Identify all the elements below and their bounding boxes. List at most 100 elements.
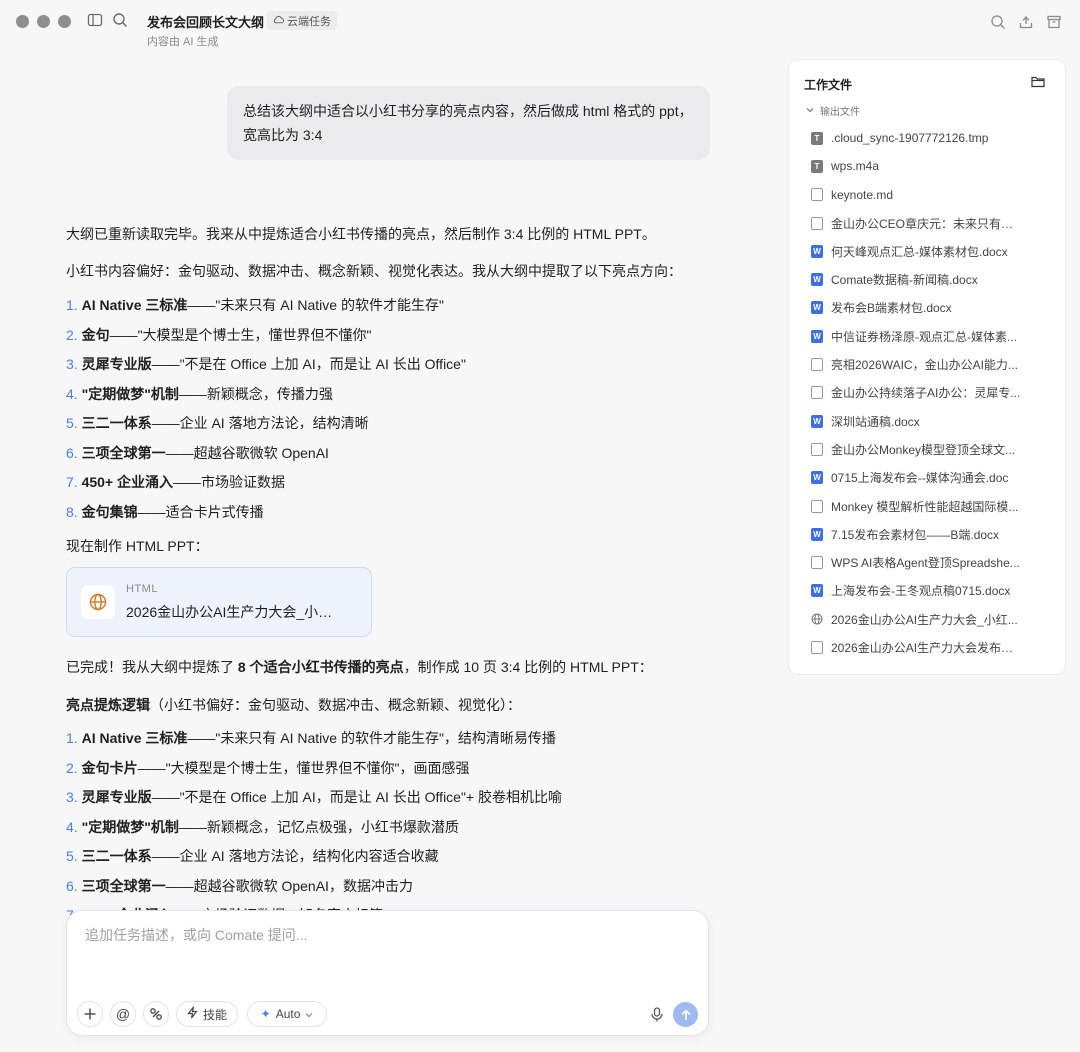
at-icon: @: [115, 1006, 131, 1022]
list-item-text: ——新颖概念，传播力强: [178, 385, 333, 402]
word-doc-icon: W: [811, 301, 823, 315]
highlight-list-item: 5. 三二一体系——企业 AI 落地方法论，结构清晰: [66, 412, 716, 442]
document-icon: [811, 386, 823, 400]
send-button[interactable]: [673, 1002, 698, 1027]
logic-list-item: 5. 三二一体系——企业 AI 落地方法论，结构化内容适合收藏: [66, 845, 716, 875]
file-name: .cloud_sync-1907772126.tmp: [831, 131, 989, 146]
list-item-title: AI Native 三标准: [81, 730, 188, 746]
file-list-item[interactable]: W 0715上海发布会--媒体沟通会.doc: [811, 464, 1057, 492]
file-list-item[interactable]: WPS AI表格Agent登顶Spreadshe...: [811, 548, 1057, 576]
document-icon: [811, 358, 823, 372]
file-name: 金山办公持续落子AI办公：灵犀专...: [831, 386, 1021, 401]
file-list-item[interactable]: W 深圳站通稿.docx: [811, 407, 1057, 435]
chat-input-box[interactable]: 追加任务描述，或向 Comate 提问... @ 技能 ✦ Auto: [66, 910, 709, 1036]
reply-intro: 大纲已重新读取完毕。我来从中提炼适合小红书传播的亮点，然后制作 3:4 比例的 …: [66, 226, 656, 242]
file-type-label: HTML: [126, 583, 158, 595]
list-item-text: ——超越谷歌微软 OpenAI，数据冲击力: [165, 877, 413, 894]
list-item-text: ——超越谷歌微软 OpenAI: [165, 444, 329, 461]
logic-list-item: 4. "定期做梦"机制——新颖概念，记忆点极强，小红书爆款潜质: [66, 816, 716, 846]
document-icon: [811, 188, 823, 202]
word-doc-icon: W: [811, 414, 823, 428]
reply-preference: 小红书内容偏好：金句驱动、数据冲击、概念新颖、视觉化表达。我从大纲中提取了以下亮…: [66, 263, 682, 279]
file-list-item[interactable]: 金山办公持续落子AI办公：灵犀专...: [811, 379, 1057, 407]
file-list-item[interactable]: W 发布会B端素材包.docx: [811, 294, 1057, 322]
file-name: 金山办公CEO章庆元：未来只有AI ...: [831, 216, 1021, 231]
list-item-title: 灵犀专业版: [81, 356, 152, 372]
file-list-item[interactable]: W Comate数据稿-新闻稿.docx: [811, 265, 1057, 293]
document-icon: [811, 499, 823, 513]
file-name: 亮相2026WAIC，金山办公AI能力...: [831, 358, 1018, 373]
list-item-title: 金句卡片: [81, 759, 138, 776]
file-list-item[interactable]: Monkey 模型解析性能超越国际模...: [811, 492, 1057, 520]
logic-list-item: 2. 金句卡片——"大模型是个博士生，懂世界但不懂你"，画面感强: [66, 757, 716, 787]
word-doc-icon: W: [811, 584, 823, 598]
file-list-item[interactable]: W 7.15发布会素材包——B端.docx: [811, 520, 1057, 548]
mention-button[interactable]: @: [110, 1001, 136, 1027]
document-icon: [811, 442, 823, 456]
list-number: 4.: [66, 385, 78, 402]
share-icon[interactable]: [1018, 14, 1036, 32]
document-icon: [811, 640, 823, 654]
list-number: 5.: [66, 415, 78, 431]
file-list-item[interactable]: 金山办公CEO章庆元：未来只有AI ...: [811, 209, 1057, 237]
list-item-title: 三项全球第一: [81, 877, 166, 894]
word-doc-icon: W: [811, 244, 823, 258]
file-name: 7.15发布会素材包——B端.docx: [831, 527, 1000, 542]
list-item-text: ——市场验证数据: [173, 474, 286, 490]
file-list-item[interactable]: 金山办公Monkey模型登顶全球文...: [811, 435, 1057, 463]
list-number: 8.: [66, 503, 78, 520]
list-number: 6.: [66, 877, 78, 894]
chat-scroll-area[interactable]: 总结该大纲中适合以小红书分享的亮点内容，然后做成 html 格式的 ppt，宽高…: [0, 0, 720, 915]
search-icon[interactable]: [990, 14, 1008, 32]
list-item-title: "定期做梦"机制: [81, 818, 179, 835]
archive-icon[interactable]: [1046, 14, 1064, 32]
list-number: 3.: [66, 789, 78, 805]
word-doc-icon: W: [811, 329, 823, 343]
file-name: 2026金山办公AI生产力大会_小红...: [831, 612, 1018, 627]
text-file-icon: T: [811, 159, 823, 173]
logic-list-item: 6. 三项全球第一——超越谷歌微软 OpenAI，数据冲击力: [66, 875, 716, 905]
list-item-text: ——企业 AI 落地方法论，结构清晰: [151, 415, 369, 431]
file-list-item[interactable]: Twps.m4a: [811, 152, 1057, 180]
file-list-item[interactable]: W 上海发布会-王冬观点稿0715.docx: [811, 577, 1057, 605]
highlight-list: 1. AI Native 三标准——"未来只有 AI Native 的软件才能生…: [66, 294, 716, 530]
file-list-item[interactable]: T .cloud_sync-1907772126.tmp: [811, 124, 1057, 152]
skills-button[interactable]: 技能: [176, 1001, 238, 1027]
file-list-item[interactable]: W 中信证券杨泽原-观点汇总-媒体素...: [811, 322, 1057, 350]
file-list-item[interactable]: 2026金山办公AI生产力大会_小红...: [811, 605, 1057, 633]
document-icon: [811, 216, 823, 230]
microphone-icon[interactable]: [645, 1002, 669, 1026]
file-list-item[interactable]: 2026金山办公AI生产力大会发布会...: [811, 633, 1057, 661]
file-list-item[interactable]: 亮相2026WAIC，金山办公AI能力...: [811, 350, 1057, 378]
list-item-text: ——"不是在 Office 上加 AI，而是让 AI 长出 Office"+ 胶…: [151, 789, 562, 805]
list-number: 7.: [66, 474, 78, 490]
word-doc-icon: W: [811, 273, 823, 287]
add-attachment-button[interactable]: [77, 1001, 103, 1027]
file-name: 2026金山办公AI生产力大会发布会...: [831, 640, 1021, 655]
making-note: 现在制作 HTML PPT：: [66, 538, 209, 554]
file-name: keynote.md: [831, 187, 894, 202]
list-item-title: 三二一体系: [81, 848, 152, 864]
list-item-text: ——"未来只有 AI Native 的软件才能生存"，结构清晰易传播: [187, 730, 556, 746]
html-file-card[interactable]: HTML 2026金山办公AI生产力大会_小…: [66, 567, 372, 637]
list-number: 1.: [66, 730, 78, 746]
chevron-down-icon: [305, 1007, 313, 1021]
file-list-item[interactable]: W 何天峰观点汇总-媒体素材包.docx: [811, 237, 1057, 265]
highlight-list-item: 2. 金句——"大模型是个博士生，懂世界但不懂你": [66, 324, 716, 354]
file-list-item[interactable]: keynote.md: [811, 181, 1057, 209]
output-files-section[interactable]: 输出文件: [806, 103, 860, 118]
list-number: 2.: [66, 326, 78, 343]
file-name: 上海发布会-王冬观点稿0715.docx: [831, 584, 1011, 599]
text-file-icon: T: [811, 131, 823, 145]
lightning-icon: [187, 1006, 198, 1022]
word-doc-icon: W: [811, 527, 823, 541]
chat-input-placeholder[interactable]: 追加任务描述，或向 Comate 提问...: [85, 925, 307, 945]
app-window: 发布会回顾长文大纲 云端任务 内容由 AI 生成 总结该大纲中适合以小红书分享的…: [0, 0, 1080, 1052]
work-files-panel: 工作文件 输出文件 T .cloud_sync-1907772126.tmp Twp…: [788, 59, 1066, 675]
folder-icon[interactable]: [1031, 75, 1047, 91]
tool-button[interactable]: [143, 1001, 169, 1027]
list-number: 2.: [66, 759, 78, 776]
logic-list: 1. AI Native 三标准——"未来只有 AI Native 的软件才能生…: [66, 727, 716, 915]
user-message-bubble: 总结该大纲中适合以小红书分享的亮点内容，然后做成 html 格式的 ppt，宽高…: [227, 86, 710, 160]
mode-selector[interactable]: ✦ Auto: [247, 1001, 327, 1027]
